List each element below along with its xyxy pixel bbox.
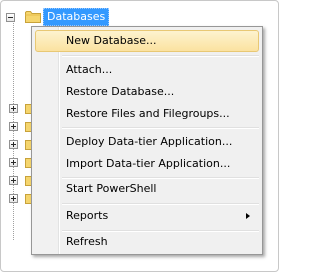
menu-item-new-database[interactable]: New Database... — [35, 30, 259, 52]
menu-item-deploy-data-tier[interactable]: Deploy Data-tier Application... — [35, 131, 259, 153]
menu-item-label: Deploy Data-tier Application... — [66, 135, 233, 148]
plus-box-icon[interactable] — [9, 140, 18, 149]
menu-item-label: Refresh — [66, 235, 108, 248]
menu-item-label: Start PowerShell — [66, 182, 157, 195]
plus-box-icon[interactable] — [9, 122, 18, 131]
menu-item-label: Import Data-tier Application... — [66, 157, 231, 170]
tree-node-collapsed[interactable] — [9, 194, 18, 203]
minus-box-icon[interactable] — [6, 12, 15, 22]
menu-item-label: Restore Files and Filegroups... — [66, 107, 230, 120]
folder-icon — [25, 10, 41, 23]
plus-box-icon[interactable] — [9, 158, 18, 167]
tree-node-databases[interactable] — [6, 9, 15, 25]
menu-item-label: Restore Database... — [66, 85, 175, 98]
plus-box-icon[interactable] — [9, 194, 18, 203]
tree-node-collapsed[interactable] — [9, 140, 18, 149]
plus-box-icon[interactable] — [9, 176, 18, 185]
menu-item-attach[interactable]: Attach... — [35, 59, 259, 81]
menu-item-refresh[interactable]: Refresh — [35, 231, 259, 253]
tree-node-label[interactable]: Databases — [43, 8, 110, 26]
menu-item-label: New Database... — [66, 34, 157, 47]
menu-item-restore-files[interactable]: Restore Files and Filegroups... — [35, 103, 259, 125]
plus-box-icon[interactable] — [9, 104, 18, 113]
tree-node-collapsed[interactable] — [9, 122, 18, 131]
context-menu: New Database... Attach... Restore Databa… — [31, 26, 263, 255]
menu-separator — [62, 55, 259, 57]
submenu-arrow-icon — [246, 213, 250, 219]
menu-item-start-powershell[interactable]: Start PowerShell — [35, 178, 259, 200]
menu-item-restore-database[interactable]: Restore Database... — [35, 81, 259, 103]
menu-item-label: Attach... — [66, 63, 113, 76]
menu-item-reports[interactable]: Reports — [35, 205, 259, 227]
menu-separator — [62, 127, 259, 129]
menu-item-import-data-tier[interactable]: Import Data-tier Application... — [35, 153, 259, 175]
tree-node-collapsed[interactable] — [9, 104, 18, 113]
tree-node-collapsed[interactable] — [9, 176, 18, 185]
tree-node-collapsed[interactable] — [9, 158, 18, 167]
menu-item-label: Reports — [66, 209, 109, 222]
